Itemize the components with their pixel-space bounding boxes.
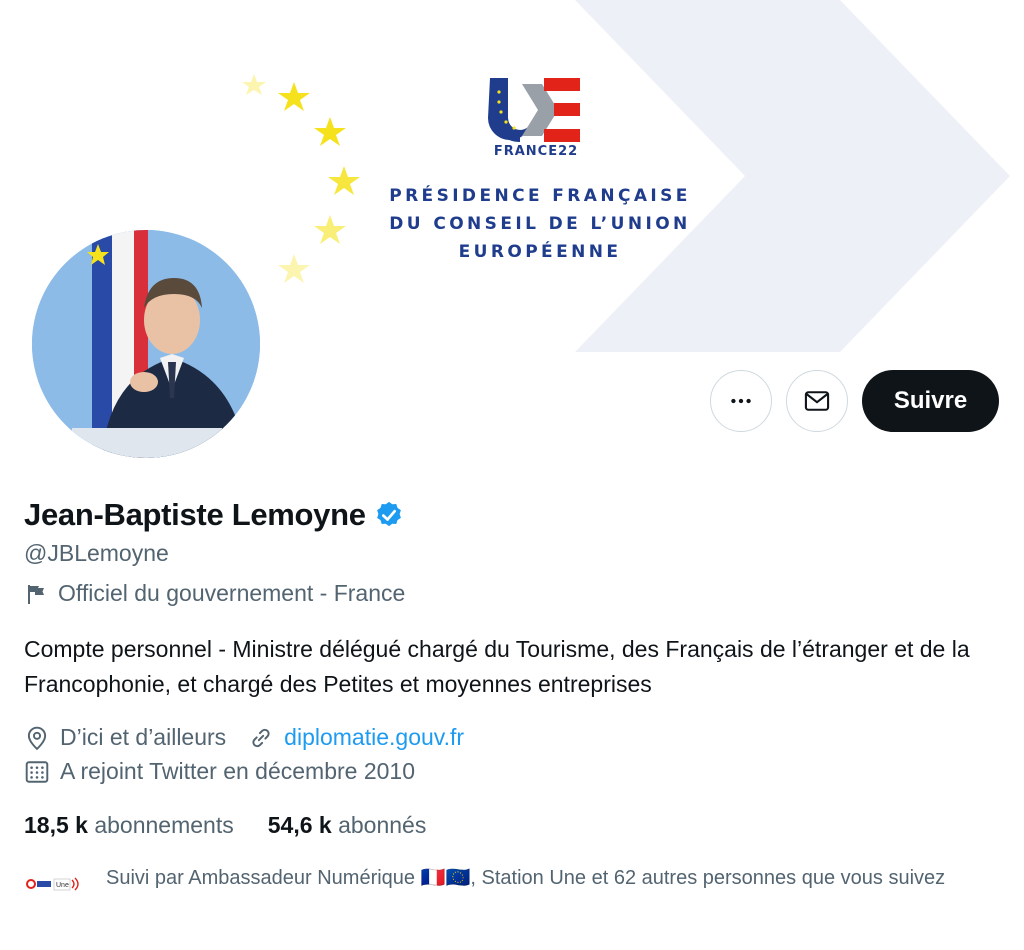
joined-label: A rejoint Twitter en décembre 2010 xyxy=(60,758,416,784)
profile-handle: @JBLemoyne xyxy=(24,540,169,566)
affiliation-label: Officiel du gouvernement - France xyxy=(58,580,406,606)
following-label: abonnements xyxy=(94,812,234,838)
followers-count-link[interactable]: 54,6 k abonnés xyxy=(268,812,427,839)
ue-france22-logo xyxy=(488,78,580,142)
profile-avatar[interactable] xyxy=(28,226,264,462)
followers-count: 54,6 k xyxy=(267,812,332,838)
link-icon xyxy=(252,728,270,747)
ue-logo-caption: FRANCE22 xyxy=(493,144,579,159)
message-button[interactable] xyxy=(786,370,848,432)
verified-badge-icon[interactable] xyxy=(374,500,404,530)
followed-by-text: Suivi par Ambassadeur Numérique 🇫🇷🇪🇺, St… xyxy=(106,867,946,889)
avatar-photo xyxy=(32,230,260,458)
presidency-line-2: DU CONSEIL DE L’UNION xyxy=(389,214,691,234)
government-affiliation: Officiel du gouvernement - France xyxy=(24,580,405,607)
profile-name-row: Jean-Baptiste Lemoyne xyxy=(24,497,404,533)
follower-avatar-label: Une xyxy=(56,882,69,889)
follow-button[interactable]: Suivre xyxy=(862,370,999,432)
more-options-button[interactable] xyxy=(710,370,772,432)
follower-avatar: Une xyxy=(24,868,84,900)
location-label: D’ici et d’ailleurs xyxy=(60,724,227,750)
location-pin-icon xyxy=(27,726,47,750)
website-link[interactable]: diplomatie.gouv.fr xyxy=(284,724,464,751)
profile-name: Jean-Baptiste Lemoyne xyxy=(24,497,366,532)
calendar-icon xyxy=(25,760,49,783)
presidency-line-1: PRÉSIDENCE FRANÇAISE xyxy=(389,186,691,206)
joined-row: A rejoint Twitter en décembre 2010 xyxy=(24,758,415,785)
following-count: 18,5 k xyxy=(24,812,88,838)
presidency-line-3: EUROPÉENNE xyxy=(458,242,622,262)
presidency-title: PRÉSIDENCE FRANÇAISE DU CONSEIL DE L’UNI… xyxy=(370,182,710,266)
profile-bio: Compte personnel - Ministre délégué char… xyxy=(24,636,970,697)
avatar-portrait-graphic xyxy=(32,230,260,458)
following-count-link[interactable]: 18,5 k abonnements xyxy=(24,812,234,839)
follow-counts: 18,5 k abonnements 54,6 k abonnés xyxy=(24,812,460,839)
location-item: D’ici et d’ailleurs xyxy=(24,724,226,751)
followers-label: abonnés xyxy=(338,812,427,838)
followed-by-row[interactable]: Une Suivi par Ambassadeur Numérique 🇫🇷🇪🇺… xyxy=(24,864,1004,900)
website-item[interactable]: diplomatie.gouv.fr xyxy=(248,724,464,751)
more-horizontal-icon xyxy=(731,398,751,404)
envelope-icon xyxy=(804,391,830,411)
flag-icon xyxy=(28,584,44,604)
profile-meta-row: D’ici et d’ailleurs diplomatie.gouv.fr xyxy=(24,724,486,751)
